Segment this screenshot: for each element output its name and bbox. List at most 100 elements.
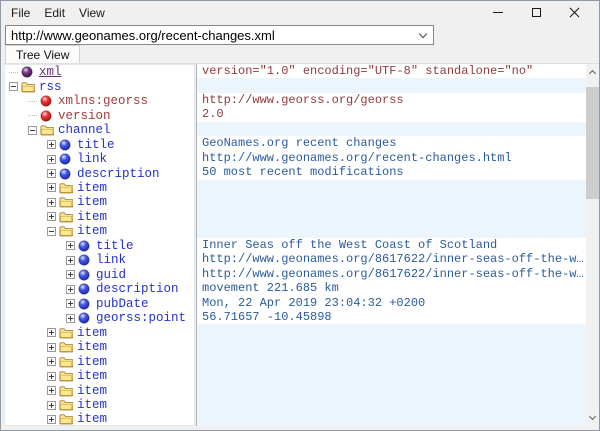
tree-node-label[interactable]: link — [96, 253, 126, 267]
expand-plus-toggle[interactable] — [47, 401, 56, 410]
scrollbar-thumb[interactable] — [586, 87, 599, 199]
value-cell[interactable] — [197, 339, 586, 353]
collapse-minus-toggle[interactable] — [47, 227, 56, 236]
value-cell[interactable]: GeoNames.org recent changes — [197, 136, 586, 150]
value-cell[interactable] — [197, 397, 586, 411]
vertical-scrollbar[interactable] — [586, 64, 599, 426]
chevron-up-icon — [589, 70, 596, 77]
tree-node-label[interactable]: xml — [39, 65, 62, 79]
element-ball-icon — [59, 167, 73, 180]
expand-plus-toggle[interactable] — [47, 140, 56, 149]
tree-node-label[interactable]: item — [77, 181, 107, 195]
attribute-ball-icon — [40, 95, 54, 108]
tree-node-label[interactable]: description — [96, 282, 179, 296]
tree-node-label[interactable]: rss — [39, 80, 62, 94]
value-cell[interactable] — [197, 368, 586, 382]
value-cell[interactable]: http://www.georss.org/georss — [197, 93, 586, 107]
value-cell[interactable] — [197, 122, 586, 136]
expand-plus-toggle[interactable] — [47, 343, 56, 352]
value-cell[interactable] — [197, 78, 586, 92]
tree-node-label[interactable]: title — [77, 138, 115, 152]
tree-node-label[interactable]: xmlns:georss — [58, 94, 148, 108]
tree-node-label[interactable]: item — [77, 224, 107, 238]
tree-node-label[interactable]: item — [77, 398, 107, 412]
tree-node-row: item — [5, 224, 194, 238]
menu-file[interactable]: File — [4, 4, 37, 22]
tree-node-label[interactable]: item — [77, 369, 107, 383]
value-cell[interactable]: 2.0 — [197, 107, 586, 121]
tree-node-label[interactable]: item — [77, 355, 107, 369]
expand-plus-toggle[interactable] — [66, 299, 75, 308]
expand-plus-toggle[interactable] — [47, 386, 56, 395]
value-cell[interactable]: Inner Seas off the West Coast of Scotlan… — [197, 238, 586, 252]
value-cell[interactable]: 50 most recent modifications — [197, 165, 586, 179]
tree-node-label[interactable]: link — [77, 152, 107, 166]
app-window: File Edit View Tree View xmlrssxmlns:geo… — [0, 0, 600, 431]
expand-plus-toggle[interactable] — [47, 198, 56, 207]
tree-node-label[interactable]: item — [77, 195, 107, 209]
expand-plus-toggle[interactable] — [47, 183, 56, 192]
value-cell[interactable] — [197, 223, 586, 237]
tree-node-row: description — [5, 166, 194, 180]
expand-plus-toggle[interactable] — [66, 256, 75, 265]
element-ball-icon — [78, 254, 92, 267]
tree-node-row: guid — [5, 268, 194, 282]
value-cell[interactable] — [197, 382, 586, 396]
value-cell[interactable]: movement 221.685 km — [197, 281, 586, 295]
address-dropdown-button[interactable] — [413, 26, 433, 44]
value-cell[interactable]: http://www.geonames.org/recent-changes.h… — [197, 151, 586, 165]
value-cell[interactable] — [197, 209, 586, 223]
tree-node-label[interactable]: channel — [58, 123, 111, 137]
maximize-icon — [532, 8, 541, 17]
expand-plus-toggle[interactable] — [47, 372, 56, 381]
value-cell[interactable] — [197, 411, 586, 425]
value-cell[interactable]: version="1.0" encoding="UTF-8" standalon… — [197, 64, 586, 78]
expand-plus-toggle[interactable] — [47, 169, 56, 178]
tree-node-label[interactable]: pubDate — [96, 297, 149, 311]
folder-icon — [59, 355, 73, 368]
scrollbar-down-button[interactable] — [586, 410, 599, 426]
tree-node-label[interactable]: item — [77, 340, 107, 354]
value-cell[interactable]: http://www.geonames.org/8617622/inner-se… — [197, 252, 586, 266]
close-button[interactable] — [555, 1, 593, 24]
expand-plus-toggle[interactable] — [47, 328, 56, 337]
minimize-button[interactable] — [479, 1, 517, 24]
value-cell[interactable] — [197, 353, 586, 367]
collapse-minus-toggle[interactable] — [9, 82, 18, 91]
close-icon — [569, 7, 580, 18]
tree-node-row: item — [5, 398, 194, 412]
expand-plus-toggle[interactable] — [47, 415, 56, 424]
expand-plus-toggle[interactable] — [66, 270, 75, 279]
tree-node-label[interactable]: title — [96, 239, 134, 253]
collapse-minus-toggle[interactable] — [28, 126, 37, 135]
tree-node-label[interactable]: item — [77, 384, 107, 398]
menu-view[interactable]: View — [72, 4, 112, 22]
maximize-button[interactable] — [517, 1, 555, 24]
value-cell[interactable] — [197, 324, 586, 338]
tree-node-label[interactable]: item — [77, 412, 107, 426]
expand-plus-toggle[interactable] — [66, 241, 75, 250]
folder-icon — [59, 196, 73, 209]
tree-node-row: link — [5, 253, 194, 267]
menu-edit[interactable]: Edit — [37, 4, 72, 22]
expand-plus-toggle[interactable] — [66, 314, 75, 323]
tree-node-label[interactable]: item — [77, 326, 107, 340]
value-cell[interactable] — [197, 194, 586, 208]
tree-node-label[interactable]: georss:point — [96, 311, 186, 325]
tree-node-label[interactable]: description — [77, 167, 160, 181]
expand-plus-toggle[interactable] — [47, 155, 56, 164]
expand-plus-toggle[interactable] — [47, 357, 56, 366]
value-cell[interactable] — [197, 180, 586, 194]
tab-tree-view[interactable]: Tree View — [5, 45, 80, 63]
expand-plus-toggle[interactable] — [66, 285, 75, 294]
value-cell[interactable]: Mon, 22 Apr 2019 23:04:32 +0200 — [197, 296, 586, 310]
tree-node-label[interactable]: guid — [96, 268, 126, 282]
address-input[interactable] — [6, 26, 413, 44]
value-cell[interactable]: http://www.geonames.org/8617622/inner-se… — [197, 267, 586, 281]
value-cell[interactable]: 56.71657 -10.45898 — [197, 310, 586, 324]
tab-page: xmlrssxmlns:georssversionchanneltitlelin… — [3, 63, 599, 425]
tree-node-label[interactable]: item — [77, 210, 107, 224]
expand-plus-toggle[interactable] — [47, 212, 56, 221]
scrollbar-up-button[interactable] — [586, 64, 599, 80]
tree-node-label[interactable]: version — [58, 109, 111, 123]
